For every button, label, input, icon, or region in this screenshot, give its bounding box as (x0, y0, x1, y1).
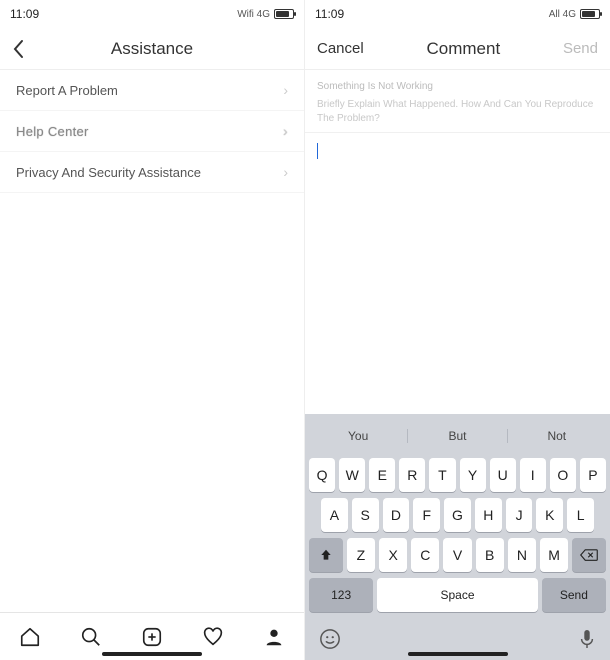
send-button[interactable]: Send (563, 40, 598, 57)
status-time: 11:09 (10, 7, 39, 21)
suggestion-2[interactable]: But (407, 429, 507, 443)
cancel-button[interactable]: Cancel (317, 40, 364, 57)
search-icon[interactable] (80, 626, 102, 648)
chevron-right-icon: › (283, 82, 288, 98)
key-j[interactable]: J (506, 498, 533, 532)
prompt-line2: Briefly Explain What Happened. How And C… (317, 98, 598, 126)
status-bar-left: 11:09 Wifi 4G (0, 0, 304, 28)
key-z[interactable]: Z (347, 538, 375, 572)
emoji-icon[interactable] (319, 628, 341, 650)
nav-bar-assistance: Assistance (0, 28, 304, 70)
keyboard-bottom-row (305, 622, 610, 660)
space-key[interactable]: Space (377, 578, 538, 612)
keyboard: You But Not Q W E R T Y U I O P A S D F (305, 414, 610, 622)
menu-item-privacy-security[interactable]: Privacy And Security Assistance › (0, 152, 304, 193)
home-indicator[interactable] (408, 652, 508, 656)
menu-label: Report A Problem (16, 83, 118, 98)
key-l[interactable]: L (567, 498, 594, 532)
backspace-key[interactable] (572, 538, 606, 572)
key-b[interactable]: B (476, 538, 504, 572)
key-row-3: Z X C V B N M (309, 538, 606, 572)
key-i[interactable]: I (520, 458, 546, 492)
key-c[interactable]: C (411, 538, 439, 572)
key-y[interactable]: Y (460, 458, 486, 492)
key-q[interactable]: Q (309, 458, 335, 492)
key-o[interactable]: O (550, 458, 576, 492)
key-row-1: Q W E R T Y U I O P (309, 458, 606, 492)
nav-bar-comment: Cancel Comment Send (305, 28, 610, 70)
add-post-icon[interactable] (141, 626, 163, 648)
keyboard-send-key[interactable]: Send (542, 578, 606, 612)
key-v[interactable]: V (443, 538, 471, 572)
key-k[interactable]: K (536, 498, 563, 532)
menu-item-report-problem[interactable]: Report A Problem › (0, 70, 304, 111)
mic-icon[interactable] (578, 628, 596, 650)
numbers-key[interactable]: 123 (309, 578, 373, 612)
key-p[interactable]: P (580, 458, 606, 492)
key-g[interactable]: G (444, 498, 471, 532)
page-title: Assistance (62, 39, 242, 59)
suggestion-1[interactable]: You (309, 429, 407, 443)
comment-prompt: Something Is Not Working Briefly Explain… (305, 70, 610, 133)
menu-item-help-center[interactable]: Help Center › (0, 111, 304, 152)
menu-label: Help Center (16, 124, 89, 139)
key-w[interactable]: W (339, 458, 365, 492)
key-x[interactable]: X (379, 538, 407, 572)
key-row-4: 123 Space Send (309, 578, 606, 612)
key-h[interactable]: H (475, 498, 502, 532)
activity-heart-icon[interactable] (202, 626, 224, 648)
battery-icon (274, 9, 294, 19)
text-cursor (317, 143, 318, 159)
menu-label: Privacy And Security Assistance (16, 165, 201, 180)
comment-input[interactable] (305, 133, 610, 414)
chevron-right-icon: › (283, 123, 288, 139)
key-s[interactable]: S (352, 498, 379, 532)
page-title: Comment (426, 39, 500, 59)
key-m[interactable]: M (540, 538, 568, 572)
network-label: All 4G (549, 9, 576, 20)
battery-icon (580, 9, 600, 19)
key-n[interactable]: N (508, 538, 536, 572)
suggestion-row: You But Not (309, 420, 606, 452)
network-label: Wifi 4G (237, 9, 270, 20)
assistance-menu: Report A Problem › Help Center › Privacy… (0, 70, 304, 612)
suggestion-3[interactable]: Not (508, 429, 606, 443)
status-bar-right: 11:09 All 4G (305, 0, 610, 28)
key-row-2: A S D F G H J K L (309, 498, 606, 532)
shift-key[interactable] (309, 538, 343, 572)
home-indicator[interactable] (102, 652, 202, 656)
back-button[interactable] (12, 39, 62, 59)
home-icon[interactable] (19, 626, 41, 648)
chevron-right-icon: › (283, 164, 288, 180)
key-r[interactable]: R (399, 458, 425, 492)
key-t[interactable]: T (429, 458, 455, 492)
key-u[interactable]: U (490, 458, 516, 492)
status-time: 11:09 (315, 7, 344, 21)
prompt-line1: Something Is Not Working (317, 80, 598, 94)
key-a[interactable]: A (321, 498, 348, 532)
key-e[interactable]: E (369, 458, 395, 492)
key-f[interactable]: F (413, 498, 440, 532)
key-d[interactable]: D (383, 498, 410, 532)
profile-icon[interactable] (263, 626, 285, 648)
